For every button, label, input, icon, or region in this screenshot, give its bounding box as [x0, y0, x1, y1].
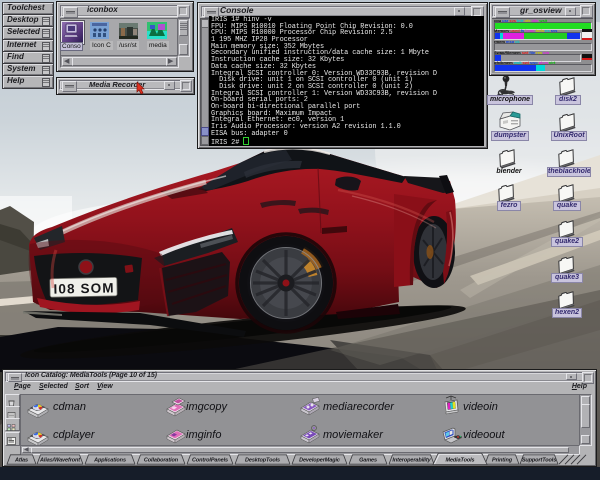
- svg-text:Interoperability: Interoperability: [392, 457, 431, 463]
- svg-text:Printing: Printing: [492, 457, 513, 463]
- svg-text:Atlas: Atlas: [14, 457, 28, 463]
- svg-text:DeveloperMagic: DeveloperMagic: [299, 457, 340, 463]
- svg-text:ControlPanels: ControlPanels: [192, 457, 228, 463]
- svg-text:Alias/Wavefront: Alias/Wavefront: [39, 457, 81, 463]
- svg-text:MediaTools: MediaTools: [445, 457, 474, 463]
- svg-text:Games: Games: [359, 457, 377, 463]
- svg-text:DesktopTools: DesktopTools: [245, 457, 280, 463]
- svg-text:SupportTools: SupportTools: [522, 457, 556, 463]
- svg-text:Collaboration: Collaboration: [144, 457, 179, 463]
- svg-text:Applications: Applications: [93, 457, 126, 463]
- svg-text:I08 SOM: I08 SOM: [53, 280, 113, 296]
